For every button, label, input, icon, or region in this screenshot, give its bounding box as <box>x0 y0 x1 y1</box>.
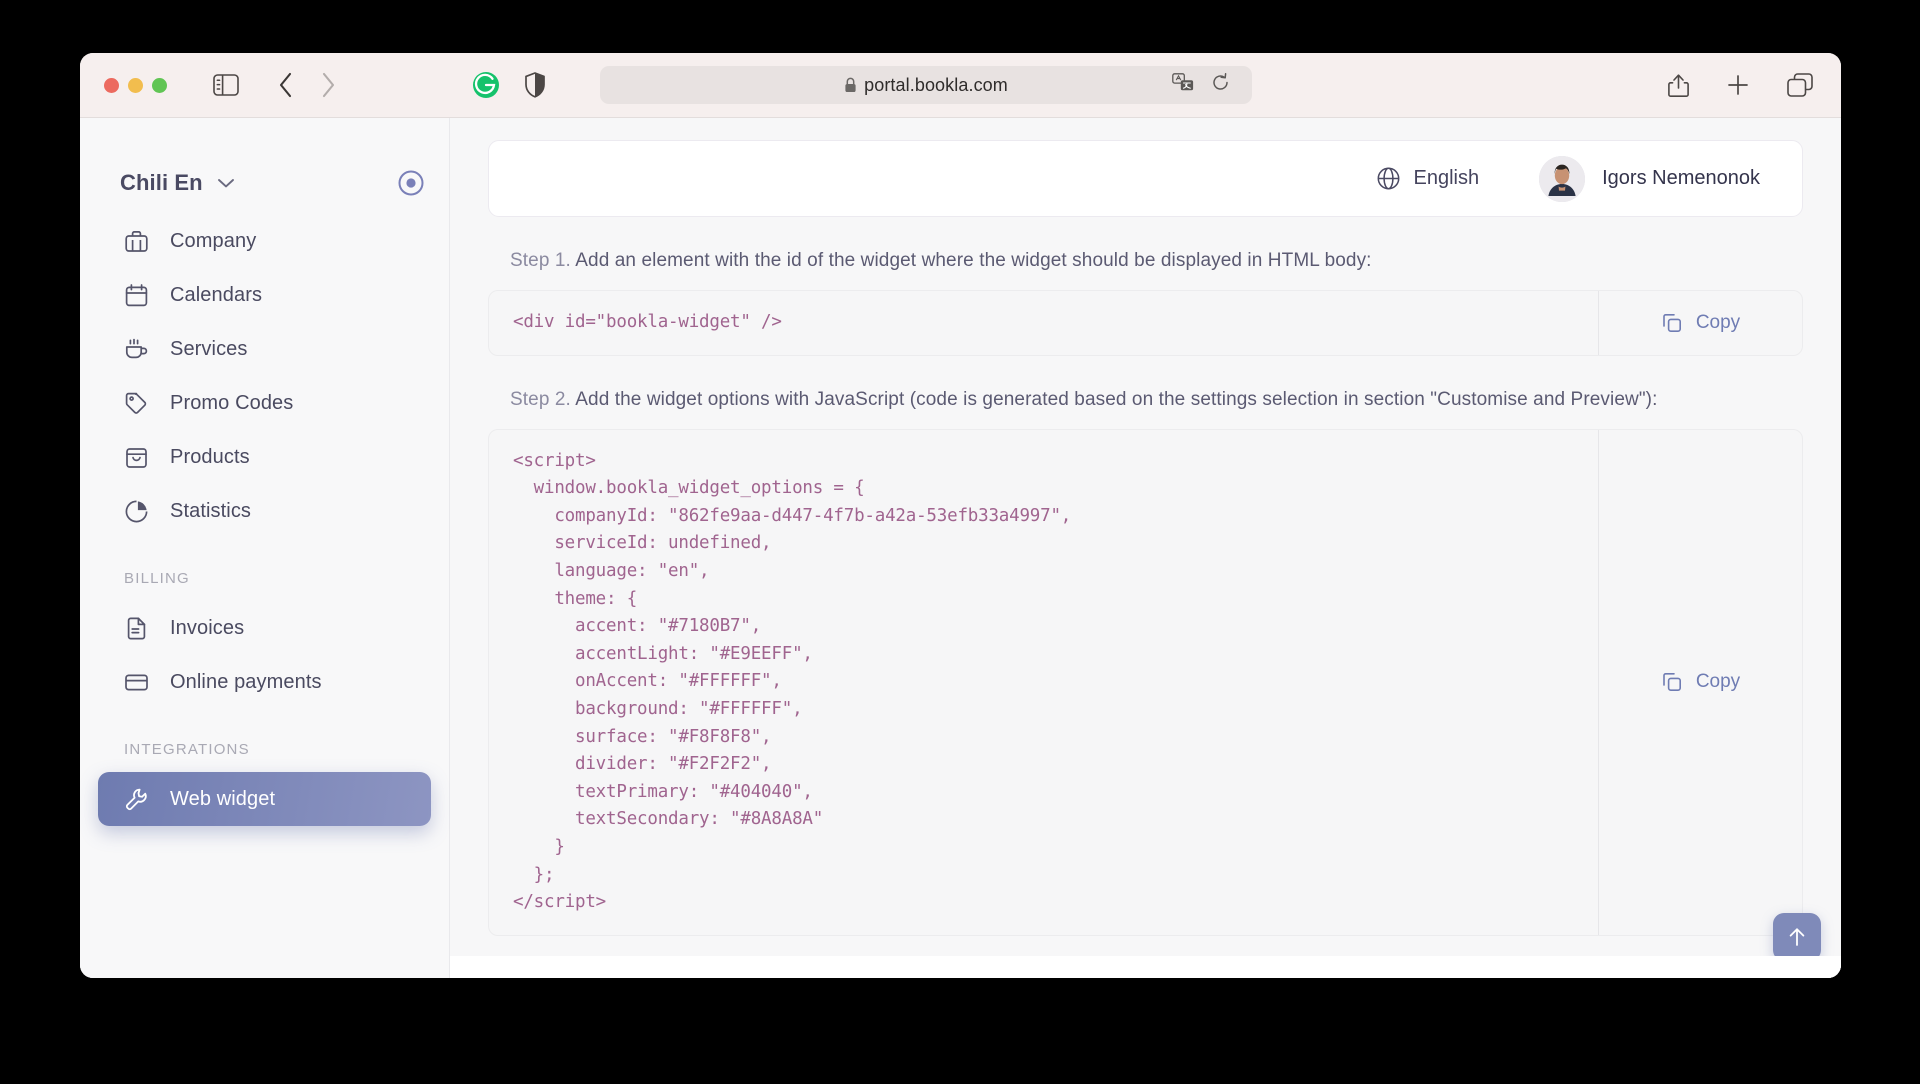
sidebar-item-label: Invoices <box>170 616 245 639</box>
sidebar-nav-primary: Company Calendars Services Promo Codes P… <box>80 214 449 538</box>
credit-card-icon <box>124 670 150 695</box>
briefcase-icon <box>124 229 150 254</box>
user-menu[interactable]: Igors Nemenonok <box>1539 155 1760 202</box>
sidebar-item-company[interactable]: Company <box>98 214 431 268</box>
page-body: Chili En Company Calendars Services Prom… <box>80 118 1841 978</box>
step-1-description: Add an element with the id of the widget… <box>570 250 1372 271</box>
user-name: Igors Nemenonok <box>1602 167 1760 189</box>
sidebar-item-calendars[interactable]: Calendars <box>98 268 431 322</box>
code-block-step-2: <script> window.bookla_widget_options = … <box>488 428 1803 936</box>
translate-icon[interactable] <box>1172 73 1194 97</box>
sidebar-item-promo-codes[interactable]: Promo Codes <box>98 376 431 430</box>
sidebar: Chili En Company Calendars Services Prom… <box>80 118 450 978</box>
sidebar-item-statistics[interactable]: Statistics <box>98 484 431 538</box>
sidebar-section-integrations-title: INTEGRATIONS <box>124 741 250 758</box>
code-block-step-1: <div id="bookla-widget" /> Copy <box>488 290 1803 356</box>
traffic-lights <box>104 77 167 93</box>
step-2-label: Step 2. <box>510 388 571 410</box>
code-text[interactable]: <script> window.bookla_widget_options = … <box>489 430 1598 935</box>
code-text[interactable]: <div id="bookla-widget" /> <box>489 291 1598 355</box>
language-selector[interactable]: English <box>1376 166 1480 191</box>
address-bar-url: portal.bookla.com <box>864 74 1008 95</box>
sidebar-section-billing-title: BILLING <box>124 570 190 587</box>
sidebar-toggle-icon[interactable] <box>213 74 239 96</box>
target-icon[interactable] <box>397 169 425 197</box>
copy-button-step-2[interactable]: Copy <box>1598 429 1802 935</box>
copy-button-step-1[interactable]: Copy <box>1598 291 1802 355</box>
globe-icon <box>1376 166 1401 191</box>
sidebar-item-label: Promo Codes <box>170 391 294 414</box>
copy-icon <box>1661 312 1683 334</box>
step-1-label: Step 1. <box>510 250 571 271</box>
document-icon <box>124 616 150 641</box>
browser-window: portal.bookla.com Chili En Company Calen… <box>80 53 1841 978</box>
copy-label: Copy <box>1695 671 1741 693</box>
browser-titlebar: portal.bookla.com <box>80 53 1841 118</box>
chevron-down-icon[interactable] <box>217 177 235 189</box>
share-icon[interactable] <box>1668 72 1689 98</box>
main-content: English Igors Nemenonok Step 1. Add an e… <box>450 118 1841 978</box>
nav-forward-icon[interactable] <box>320 71 337 99</box>
nav-back-icon[interactable] <box>277 71 294 99</box>
reload-icon[interactable] <box>1211 73 1230 97</box>
copy-icon <box>1661 671 1683 693</box>
shield-icon[interactable] <box>524 72 546 98</box>
sidebar-item-products[interactable]: Products <box>98 430 431 484</box>
bag-icon <box>124 445 150 470</box>
sidebar-item-label: Services <box>170 337 248 360</box>
lock-icon <box>844 77 857 93</box>
sidebar-item-services[interactable]: Services <box>98 322 431 376</box>
content-bottom-strip <box>450 956 1841 978</box>
sidebar-item-web-widget[interactable]: Web widget <box>98 772 431 826</box>
tab-overview-icon[interactable] <box>1787 73 1813 97</box>
sidebar-nav-billing: Invoices Online payments <box>80 601 449 709</box>
browser-toolbar-right <box>1668 72 1813 98</box>
sidebar-item-invoices[interactable]: Invoices <box>98 601 431 655</box>
scroll-to-top-button[interactable] <box>1773 913 1821 961</box>
plus-icon[interactable] <box>1726 73 1750 97</box>
language-label: English <box>1413 167 1480 189</box>
content-header-card: English Igors Nemenonok <box>488 140 1803 217</box>
sidebar-item-label: Online payments <box>170 670 322 693</box>
avatar <box>1539 155 1586 202</box>
sidebar-item-label: Web widget <box>170 787 276 810</box>
tag-icon <box>124 391 150 416</box>
arrow-up-icon <box>1787 926 1807 948</box>
wrench-icon <box>124 787 150 812</box>
calendar-icon <box>124 283 150 308</box>
sidebar-header: Chili En <box>80 118 449 210</box>
sidebar-item-label: Company <box>170 229 257 252</box>
address-bar[interactable]: portal.bookla.com <box>600 66 1252 104</box>
sidebar-item-online-payments[interactable]: Online payments <box>98 655 431 709</box>
grammarly-icon[interactable] <box>472 71 500 99</box>
step-2-description: Add the widget options with JavaScript (… <box>570 388 1658 410</box>
sidebar-nav-integrations: Web widget <box>80 772 449 826</box>
copy-label: Copy <box>1695 311 1741 333</box>
sidebar-item-label: Products <box>170 445 250 468</box>
maximize-window-button[interactable] <box>152 77 167 93</box>
minimize-window-button[interactable] <box>128 77 143 93</box>
pie-chart-icon <box>124 499 150 524</box>
step-2-text: Step 2. Add the widget options with Java… <box>510 389 1803 411</box>
close-window-button[interactable] <box>104 77 119 93</box>
step-1-text: Step 1. Add an element with the id of th… <box>510 250 1803 272</box>
coffee-cup-icon <box>124 337 150 362</box>
workspace-name[interactable]: Chili En <box>120 170 203 196</box>
sidebar-item-label: Statistics <box>170 499 252 522</box>
sidebar-item-label: Calendars <box>170 283 263 306</box>
